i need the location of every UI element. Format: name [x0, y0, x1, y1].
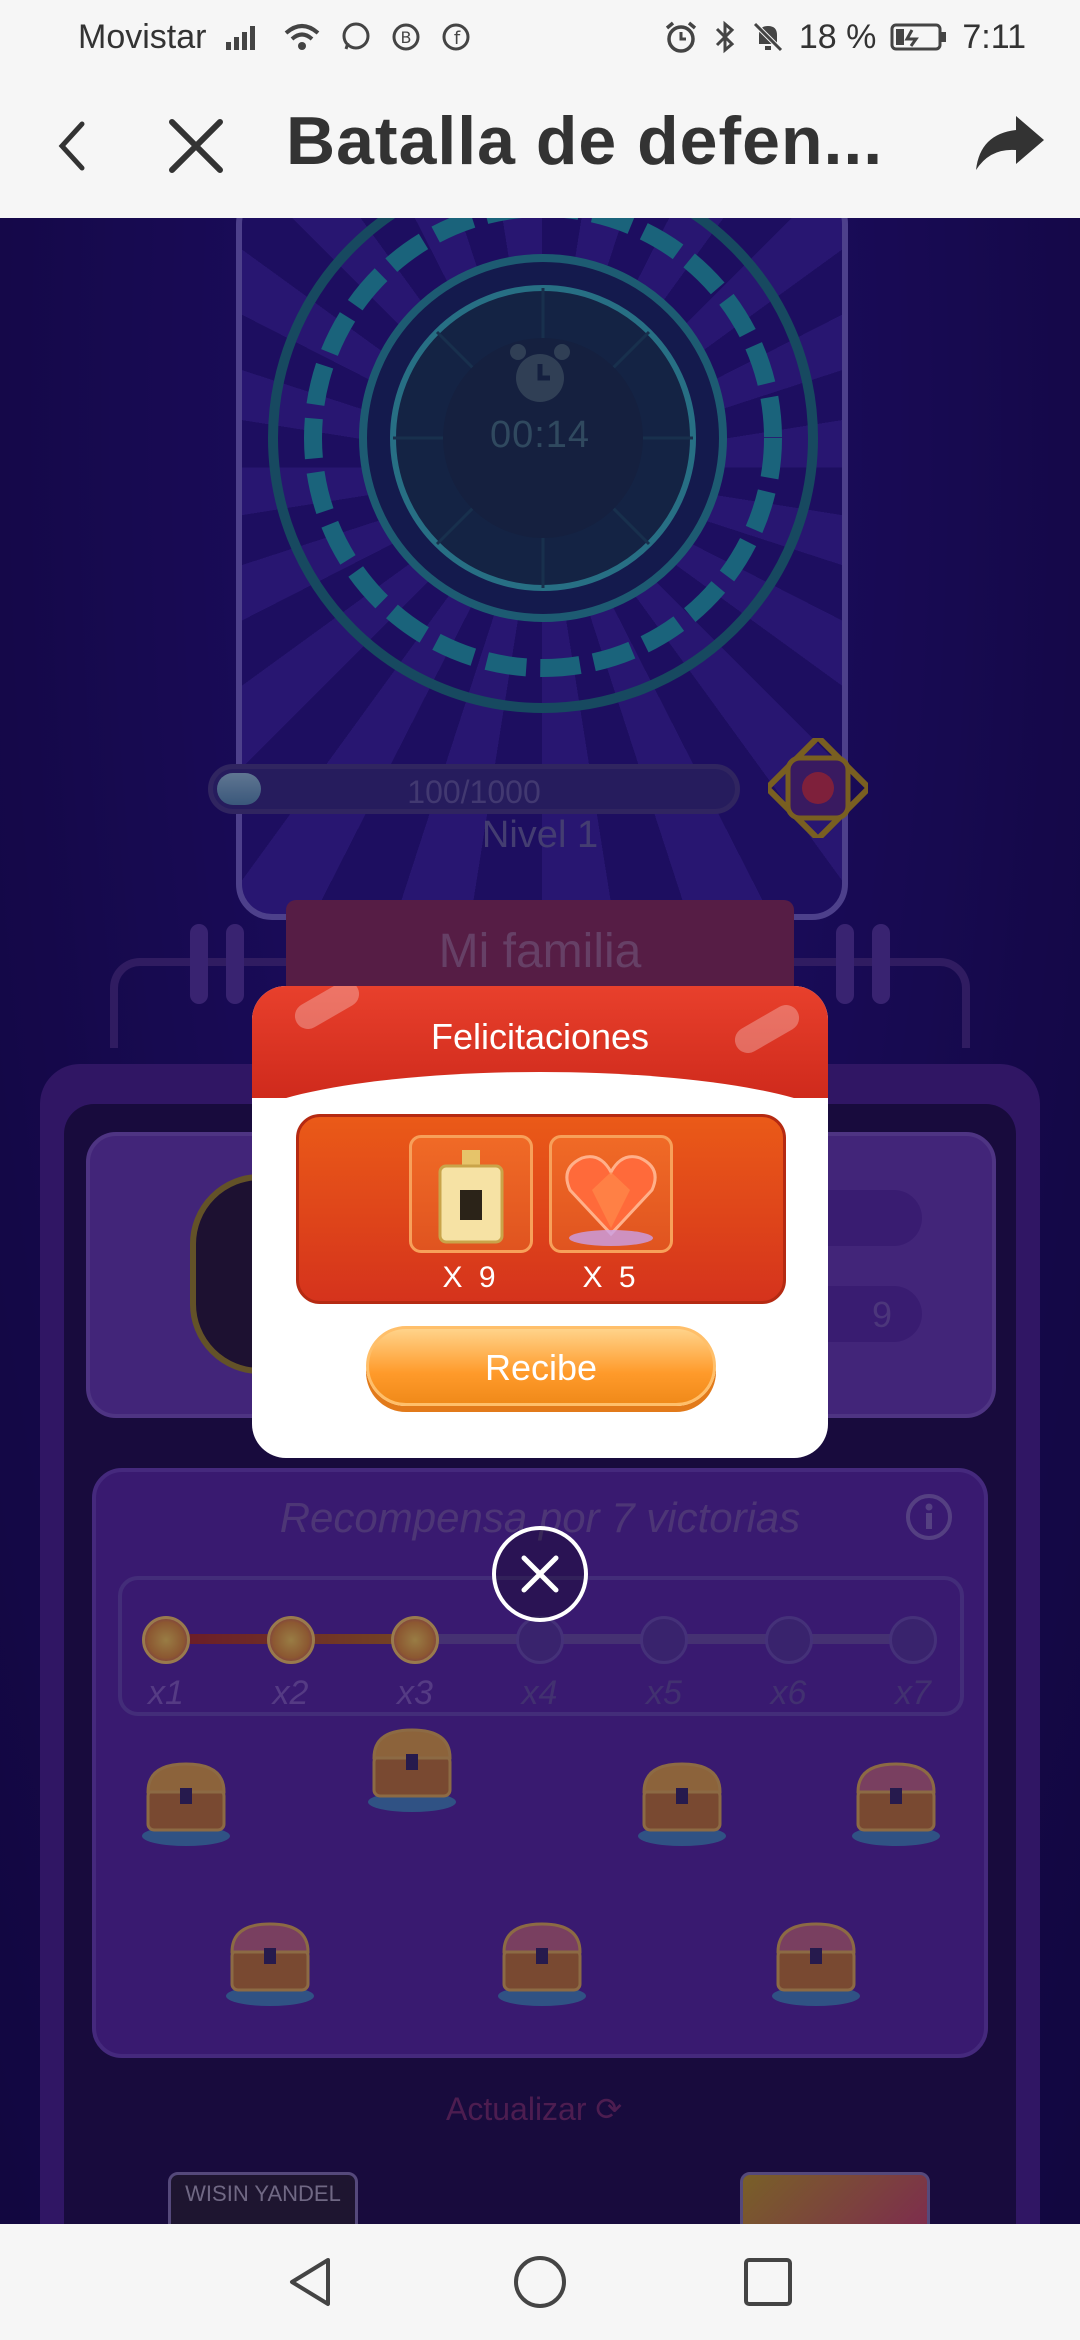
status-bar: Movistar B f 18 % 7:11 [0, 0, 1080, 74]
receive-button[interactable]: Recibe [366, 1326, 716, 1406]
close-icon[interactable] [160, 108, 232, 184]
share-icon[interactable] [970, 104, 1050, 184]
chevron-left-icon[interactable] [44, 108, 104, 184]
nav-back-icon[interactable] [282, 2252, 342, 2312]
bitcoin-icon: B [392, 23, 420, 51]
battery-icon [890, 23, 947, 51]
perfume-icon [438, 1150, 504, 1244]
dialog-title: Felicitaciones [430, 1016, 650, 1057]
prize-heart-gem-count: X 5 [582, 1261, 640, 1294]
prize-box: X 9 X 5 [296, 1114, 786, 1304]
prize-heart-gem [549, 1135, 673, 1253]
nav-home-icon[interactable] [510, 2252, 570, 2312]
bluetooth-icon [715, 20, 735, 54]
carrier-name: Movistar [78, 17, 207, 56]
system-nav-bar [0, 2224, 1080, 2340]
heart-gem-icon [565, 1155, 657, 1246]
signal-icon [226, 26, 256, 50]
alarm-icon [665, 21, 696, 53]
page-title: Batalla de defen... [286, 103, 884, 179]
whatsapp-icon [342, 22, 370, 50]
wifi-icon [285, 24, 320, 50]
facebook-icon: f [442, 23, 470, 51]
mute-icon [753, 22, 783, 52]
nav-recents-icon[interactable] [738, 2252, 798, 2312]
battery-percent: 18 % [798, 17, 877, 56]
svg-text:B: B [401, 28, 412, 47]
app-bar: Batalla de defen... [0, 74, 1080, 218]
prize-perfume-count: X 9 [442, 1261, 500, 1294]
dismiss-close-icon[interactable] [490, 1524, 590, 1624]
clock: 7:11 [962, 17, 1026, 56]
prize-perfume [409, 1135, 533, 1253]
congratulations-dialog: Felicitaciones X 9 X 5 Recibe [252, 986, 828, 1458]
svg-text:f: f [454, 28, 461, 49]
